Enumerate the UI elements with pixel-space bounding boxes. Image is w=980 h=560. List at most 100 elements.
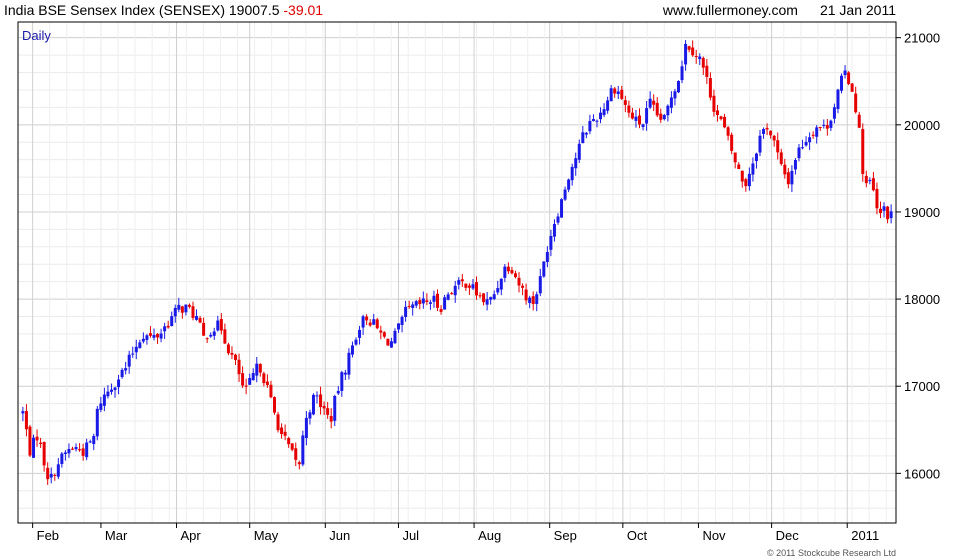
candle-body bbox=[705, 65, 709, 77]
x-tick-label: Nov bbox=[702, 528, 726, 543]
candle-body bbox=[127, 354, 131, 367]
candle-body bbox=[301, 435, 305, 465]
candle-body bbox=[304, 417, 308, 438]
candle-body bbox=[290, 443, 294, 450]
x-tick-label: Jun bbox=[329, 528, 350, 543]
candle-body bbox=[443, 297, 447, 310]
candle-body bbox=[591, 119, 595, 122]
candle-body bbox=[577, 143, 581, 160]
candle-body bbox=[244, 385, 248, 387]
candle-body bbox=[152, 334, 156, 338]
candle-body bbox=[676, 80, 680, 93]
candle-body bbox=[499, 278, 503, 290]
candle-body bbox=[595, 120, 599, 122]
candle-body bbox=[698, 56, 702, 60]
y-tick-label: 16000 bbox=[904, 466, 940, 481]
candle-body bbox=[457, 280, 461, 285]
candle-body bbox=[581, 132, 585, 144]
x-tick-label: Aug bbox=[478, 528, 501, 543]
candle-body bbox=[560, 199, 564, 218]
candle-body bbox=[662, 115, 666, 120]
candle-body bbox=[563, 189, 567, 200]
candle-body bbox=[630, 112, 634, 119]
candle-body bbox=[49, 473, 53, 478]
x-tick-label: Dec bbox=[776, 528, 800, 543]
candle-body bbox=[131, 353, 135, 355]
candle-body bbox=[627, 105, 631, 113]
candle-body bbox=[464, 283, 468, 288]
candle-body bbox=[226, 344, 230, 354]
candle-body bbox=[74, 446, 78, 450]
candle-body bbox=[53, 474, 57, 476]
candle-body bbox=[425, 300, 429, 302]
candle-body bbox=[88, 441, 92, 443]
candle-body bbox=[854, 93, 858, 113]
x-tick-label: Apr bbox=[181, 528, 202, 543]
candle-body bbox=[613, 88, 617, 94]
candle-body bbox=[620, 89, 624, 99]
candle-body bbox=[832, 107, 836, 119]
candle-body bbox=[570, 166, 574, 181]
y-tick-label: 17000 bbox=[904, 379, 940, 394]
candle-body bbox=[283, 431, 287, 436]
candle-body bbox=[460, 279, 464, 282]
period-label: Daily bbox=[22, 28, 51, 43]
candle-body bbox=[120, 369, 124, 378]
candle-body bbox=[772, 135, 776, 141]
candle-body bbox=[251, 373, 255, 381]
candle-body bbox=[191, 306, 195, 318]
candle-body bbox=[368, 322, 372, 326]
candle-body bbox=[322, 405, 326, 409]
candle-body bbox=[503, 266, 507, 278]
candle-body bbox=[875, 188, 879, 209]
candle-body bbox=[691, 47, 695, 56]
candle-body bbox=[397, 323, 401, 330]
candle-body bbox=[67, 449, 71, 454]
candle-body bbox=[542, 261, 546, 277]
candle-body bbox=[198, 317, 202, 323]
candle-body bbox=[453, 285, 457, 296]
candle-body bbox=[294, 448, 298, 460]
candle-body bbox=[109, 389, 113, 392]
candle-body bbox=[177, 304, 181, 310]
candle-body bbox=[163, 326, 167, 332]
candle-body bbox=[489, 297, 493, 300]
candle-body bbox=[361, 316, 365, 328]
candle-body bbox=[308, 412, 312, 419]
candle-body bbox=[56, 464, 60, 477]
candle-body bbox=[347, 352, 351, 375]
candle-body bbox=[648, 98, 652, 108]
candle-body bbox=[645, 108, 649, 124]
candle-body bbox=[769, 130, 773, 136]
candle-body bbox=[195, 316, 199, 320]
candle-body bbox=[241, 373, 245, 386]
candle-body bbox=[740, 170, 744, 182]
candle-body bbox=[762, 129, 766, 134]
candle-body bbox=[567, 179, 571, 190]
candle-body bbox=[496, 288, 500, 293]
candle-body bbox=[623, 100, 627, 105]
candle-body bbox=[836, 89, 840, 110]
x-tick-label: May bbox=[254, 528, 279, 543]
candle-body bbox=[287, 437, 291, 445]
candle-body bbox=[783, 164, 787, 175]
candle-body bbox=[156, 333, 160, 338]
candle-body bbox=[850, 83, 854, 92]
candle-body bbox=[315, 395, 319, 397]
candle-body bbox=[822, 124, 826, 126]
candle-body bbox=[248, 378, 252, 385]
candle-body bbox=[857, 114, 861, 128]
candle-body bbox=[159, 333, 163, 339]
candle-body bbox=[818, 127, 822, 129]
candle-body bbox=[187, 304, 191, 307]
candle-body bbox=[382, 332, 386, 337]
candle-body bbox=[606, 100, 610, 111]
candle-body bbox=[521, 285, 525, 288]
candle-body bbox=[513, 273, 517, 278]
candle-body bbox=[684, 43, 688, 65]
x-axis: Feb Mar Apr May Jun Jul Aug Sep Oct Nov Dec 2011 bbox=[32, 523, 879, 543]
candle-body bbox=[680, 66, 684, 81]
candle-body bbox=[202, 322, 206, 336]
candle-body bbox=[701, 58, 705, 68]
candle-body bbox=[340, 372, 344, 391]
